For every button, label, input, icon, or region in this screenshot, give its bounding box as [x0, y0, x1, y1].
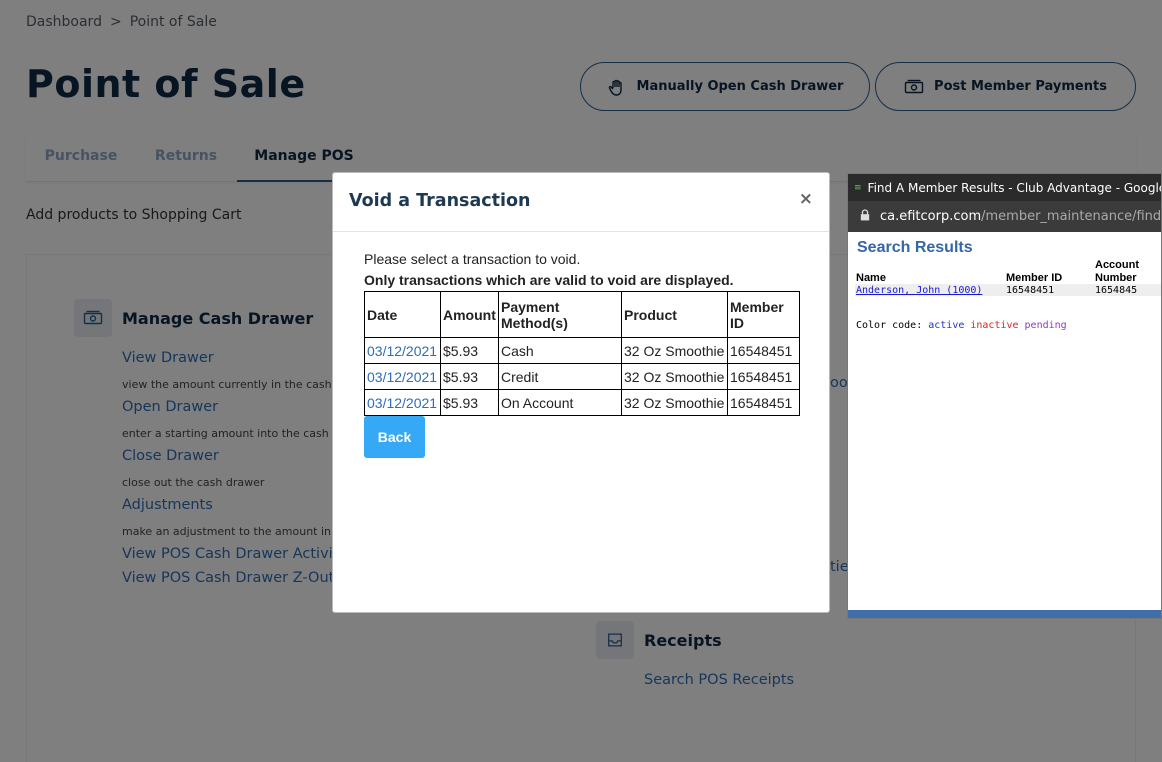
amount-cell: $5.93 — [440, 389, 499, 416]
modal-note: Only transactions which are valid to voi… — [364, 272, 734, 288]
site-favicon-icon: ≡ — [854, 182, 862, 193]
payment-method-cell: On Account — [498, 389, 622, 416]
color-code-active: active — [928, 320, 965, 331]
color-code-pending: pending — [1024, 320, 1067, 331]
transactions-table: Date Amount Payment Method(s) Product Me… — [364, 291, 800, 416]
member-id-cell: 16548451 — [727, 389, 800, 416]
url-host: ca.efitcorp.com — [880, 209, 982, 224]
account-number-cell: 1654845 — [1095, 285, 1138, 296]
popup-title-bar[interactable]: ≡ Find A Member Results - Club Advantage… — [848, 174, 1161, 201]
search-results-heading: Search Results — [857, 239, 973, 256]
popup-window-title: Find A Member Results - Club Advantage -… — [867, 180, 1162, 195]
transaction-date-link[interactable]: 03/12/2021 — [367, 395, 437, 411]
table-header-row: Date Amount Payment Method(s) Product Me… — [364, 291, 800, 338]
color-code-inactive: inactive — [970, 320, 1019, 331]
close-icon[interactable]: × — [799, 189, 813, 209]
color-code-label: Color code: — [856, 320, 923, 331]
col-payment-method: Payment Method(s) — [498, 291, 622, 338]
modal-instruction: Please select a transaction to void. — [364, 251, 581, 267]
void-transaction-modal: Void a Transaction × Please select a tra… — [332, 172, 830, 613]
col-member-id: Member ID — [727, 291, 800, 338]
col-account-number: Account Number — [1095, 259, 1139, 284]
member-id-cell: 16548451 — [727, 363, 800, 390]
transaction-date-link[interactable]: 03/12/2021 — [367, 369, 437, 385]
member-name-link[interactable]: Anderson, John (1000) — [856, 285, 982, 296]
col-amount: Amount — [440, 291, 499, 338]
payment-method-cell: Cash — [498, 337, 622, 364]
transaction-date-link[interactable]: 03/12/2021 — [367, 343, 437, 359]
col-date: Date — [364, 291, 441, 338]
amount-cell: $5.93 — [440, 337, 499, 364]
product-cell: 32 Oz Smoothie — [621, 337, 728, 364]
find-member-popup-window: ≡ Find A Member Results - Club Advantage… — [847, 173, 1162, 619]
payment-method-cell: Credit — [498, 363, 622, 390]
back-button[interactable]: Back — [364, 416, 425, 458]
popup-content: Search Results Name Member ID Account Num… — [848, 232, 1161, 618]
member-id-cell: 16548451 — [1006, 285, 1055, 296]
product-cell: 32 Oz Smoothie — [621, 363, 728, 390]
table-row: 03/12/2021 $5.93 Cash 32 Oz Smoothie 165… — [364, 337, 800, 364]
lock-icon — [860, 208, 870, 225]
col-product: Product — [621, 291, 728, 338]
table-row: 03/12/2021 $5.93 On Account 32 Oz Smooth… — [364, 389, 800, 416]
modal-header: Void a Transaction × — [333, 173, 829, 232]
modal-title: Void a Transaction — [349, 191, 531, 211]
popup-footer-bar — [848, 610, 1161, 618]
table-row: 03/12/2021 $5.93 Credit 32 Oz Smoothie 1… — [364, 363, 800, 390]
amount-cell: $5.93 — [440, 363, 499, 390]
color-code-legend: Color code: active inactive pending — [856, 320, 1067, 331]
popup-address-bar[interactable]: ca.efitcorp.com/member_maintenance/find_… — [848, 201, 1161, 232]
member-id-cell: 16548451 — [727, 337, 800, 364]
product-cell: 32 Oz Smoothie — [621, 389, 728, 416]
url-path: /member_maintenance/find_m — [981, 209, 1162, 224]
